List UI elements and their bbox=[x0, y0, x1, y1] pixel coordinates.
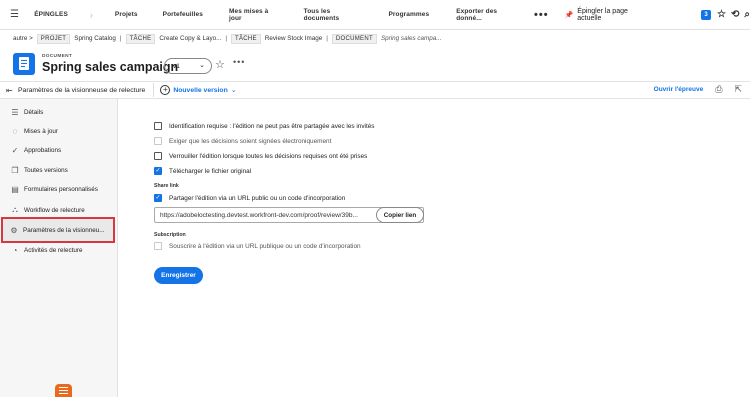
new-version-label: Nouvelle version bbox=[173, 86, 228, 94]
checkbox bbox=[154, 242, 162, 250]
option-label: Verrouiller l'édition lorsque toutes les… bbox=[169, 152, 368, 160]
sidebar-item-label: Workflow de relecture bbox=[24, 206, 85, 214]
versions-icon: ❐ bbox=[11, 165, 19, 175]
breadcrumb-root[interactable]: autre > bbox=[13, 35, 33, 42]
sidebar-item-label: Détails bbox=[24, 108, 44, 116]
share-icon[interactable]: ⇱ bbox=[734, 84, 742, 95]
chevron-down-icon: ⌄ bbox=[230, 87, 237, 94]
nav-my-updates[interactable]: Mes mises à jour bbox=[229, 8, 278, 22]
pin-page-label: Épingler la page actuelle bbox=[577, 7, 628, 22]
breadcrumb-current: Spring sales campa... bbox=[380, 35, 442, 42]
nav-portfolios[interactable]: Portefeuilles bbox=[163, 11, 203, 18]
sidebar-item-custom-forms[interactable]: ▤ Formulaires personnalisés bbox=[4, 179, 112, 199]
breadcrumb-tag-document: DOCUMENT bbox=[331, 33, 377, 44]
copy-link-button[interactable]: Copier lien bbox=[376, 207, 424, 223]
pin-icon: 📌 bbox=[564, 11, 574, 19]
version-value: v1 bbox=[173, 62, 180, 70]
favorite-star-icon[interactable]: ☆ bbox=[215, 58, 225, 71]
sidebar-item-label: Mises à jour bbox=[24, 127, 58, 135]
breadcrumb-task[interactable]: Review Stock Image bbox=[265, 35, 322, 42]
breadcrumb: autre > PROJET Spring Catalog | TÂCHE Cr… bbox=[0, 30, 750, 47]
page-title: Spring sales campaign bbox=[42, 60, 179, 74]
activity-icon: ◔ bbox=[12, 245, 18, 255]
star-icon[interactable]: ☆ bbox=[717, 9, 726, 20]
breadcrumb-divider: | bbox=[225, 35, 227, 42]
custom-forms-icon: ▤ bbox=[11, 184, 19, 194]
checkbox-checked[interactable]: ✓ bbox=[154, 167, 162, 175]
history-icon[interactable]: ⟲ bbox=[731, 9, 739, 20]
subscription-heading: Subscription bbox=[154, 232, 186, 238]
document-header: DOCUMENT Spring sales campaign v1 ⌄ ☆ ••… bbox=[0, 50, 750, 80]
breadcrumb-tag-task: TÂCHE bbox=[125, 33, 156, 44]
option-label: Souscrire à l'édition via un URL publiqu… bbox=[169, 242, 361, 250]
toolbar-divider bbox=[153, 83, 155, 97]
version-select[interactable]: v1 ⌄ bbox=[164, 58, 212, 74]
sidebar-item-versions[interactable]: ❐ Toutes versions bbox=[4, 160, 112, 180]
sidebar-item-approvals[interactable]: ✓ Approbations bbox=[4, 140, 112, 160]
sidebar-item-label: Paramètres de la visionneu... bbox=[23, 226, 105, 234]
option-subscription: Souscrire à l'édition via un URL publiqu… bbox=[154, 242, 361, 250]
gear-icon: ⚙ bbox=[10, 225, 18, 235]
sidebar-item-details[interactable]: ☰ Détails bbox=[4, 102, 112, 122]
nav-all-documents[interactable]: Tous les documents bbox=[304, 8, 362, 22]
sidebar-item-label: Activités de relecture bbox=[24, 246, 83, 254]
plus-icon: + bbox=[160, 85, 171, 95]
breadcrumb-task[interactable]: Create Copy & Layo... bbox=[159, 35, 221, 42]
breadcrumb-project[interactable]: Spring Catalog bbox=[74, 35, 116, 42]
option-download-original[interactable]: ✓ Télécharger le fichier original bbox=[154, 167, 251, 175]
breadcrumb-divider: | bbox=[119, 35, 122, 42]
updates-icon: ◌ bbox=[12, 126, 18, 136]
option-label: Télécharger le fichier original bbox=[169, 167, 252, 175]
pin-page-button[interactable]: 📌 Épingler la page actuelle bbox=[565, 8, 646, 22]
share-link-heading: Share link bbox=[154, 183, 179, 189]
sidebar-item-label: Formulaires personnalisés bbox=[24, 185, 98, 193]
nav-programs[interactable]: Programmes bbox=[388, 11, 429, 18]
option-label: Exiger que les décisions soient signées … bbox=[169, 137, 332, 145]
checkbox[interactable] bbox=[154, 122, 162, 130]
details-icon: ☰ bbox=[11, 107, 19, 117]
sidebar-item-label: Toutes versions bbox=[24, 166, 68, 174]
nav-pins[interactable]: ÉPINGLES bbox=[34, 11, 68, 18]
checkbox bbox=[154, 137, 162, 145]
more-nav-button[interactable]: ••• bbox=[534, 9, 549, 21]
viewer-settings-panel: Identification requise : l'édition ne pe… bbox=[118, 99, 750, 397]
document-icon bbox=[13, 53, 35, 75]
breadcrumb-tag-task: TÂCHE bbox=[231, 33, 261, 44]
option-label: Partager l'édition via un URL public ou … bbox=[169, 194, 346, 202]
more-actions-button[interactable]: ••• bbox=[233, 57, 245, 67]
nav-projects[interactable]: Projets bbox=[115, 11, 138, 18]
sidebar: ☰ Détails ◌ Mises à jour ✓ Approbations … bbox=[0, 99, 118, 397]
collapse-panel-icon[interactable]: ⇤ bbox=[6, 86, 18, 95]
checkbox-checked[interactable]: ✓ bbox=[154, 194, 162, 202]
print-icon[interactable]: ⎙ bbox=[715, 84, 722, 95]
open-proof-link[interactable]: Ouvrir l'épreuve bbox=[654, 86, 704, 93]
sidebar-item-proof-activity[interactable]: ◔ Activités de relecture bbox=[4, 240, 112, 260]
viewer-toolbar: ⇤ Paramètres de la visionneuse de relect… bbox=[0, 81, 750, 99]
sidebar-item-updates[interactable]: ◌ Mises à jour bbox=[4, 121, 112, 141]
breadcrumb-tag-project: PROJET bbox=[36, 33, 71, 44]
chat-widget-button[interactable] bbox=[55, 384, 72, 397]
option-electronic-signature: Exiger que les décisions soient signées … bbox=[154, 137, 331, 145]
sidebar-item-label: Approbations bbox=[24, 146, 62, 154]
notifications-badge[interactable]: 3 bbox=[701, 9, 712, 20]
chevron-down-icon: ⌄ bbox=[199, 62, 205, 69]
top-navigation: ☰ ÉPINGLES › Projets Portefeuilles Mes m… bbox=[0, 0, 750, 30]
chevron-right-icon: › bbox=[89, 9, 93, 20]
toolbar-right: Ouvrir l'épreuve ⎙ ⇱ bbox=[654, 84, 742, 95]
menu-icon[interactable]: ☰ bbox=[10, 9, 26, 20]
workflow-icon: ⛬ bbox=[12, 205, 18, 214]
search-icon[interactable]: ⌕ bbox=[744, 9, 750, 20]
checkbox[interactable] bbox=[154, 152, 162, 160]
save-button[interactable]: Enregistrer bbox=[154, 267, 203, 284]
approvals-icon: ✓ bbox=[11, 145, 19, 155]
option-share-public[interactable]: ✓ Partager l'édition via un URL public o… bbox=[154, 194, 345, 202]
new-version-button[interactable]: + Nouvelle version ⌄ bbox=[160, 85, 236, 95]
option-identity-required[interactable]: Identification requise : l'édition ne pe… bbox=[154, 122, 375, 130]
option-lock-proof[interactable]: Verrouiller l'édition lorsque toutes les… bbox=[154, 152, 367, 160]
option-label: Identification requise : l'édition ne pe… bbox=[169, 122, 375, 130]
breadcrumb-divider: | bbox=[326, 35, 328, 42]
toolbar-title: Paramètres de la visionneuse de relectur… bbox=[18, 86, 146, 94]
document-type-label: DOCUMENT bbox=[42, 54, 73, 59]
nav-export-data[interactable]: Exporter des donné... bbox=[456, 8, 518, 22]
